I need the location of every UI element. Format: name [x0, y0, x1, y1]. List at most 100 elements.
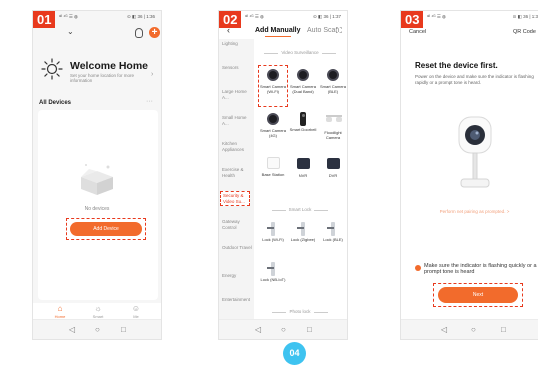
- device-label: Lock (Zigbee): [290, 237, 316, 242]
- device-item[interactable]: Lock (Zigbee): [289, 222, 317, 243]
- device-item[interactable]: Lock (Wi-Fi): [259, 222, 287, 243]
- system-nav-bar: ◁ ○ □: [401, 319, 538, 339]
- device-label: Smart Camera (Dual Band): [289, 84, 316, 94]
- system-nav-bar: ◁ ○ □: [33, 319, 161, 339]
- nav-home-icon[interactable]: ○: [471, 325, 476, 334]
- page-title: Reset the device first.: [415, 61, 498, 70]
- category-item[interactable]: Gateway Control: [222, 219, 252, 230]
- lock-icon: [267, 262, 275, 276]
- status-right: ⊙ ◧ 36 | 1:37: [313, 14, 341, 19]
- category-item[interactable]: Energy: [222, 273, 252, 279]
- status-left: ᵃˡˡ ⁴ᴳ ☰ ◍: [427, 14, 446, 19]
- more-icon[interactable]: ···: [146, 98, 153, 105]
- floodlight-icon: [326, 115, 342, 123]
- tab-smart[interactable]: ☼ Smart: [83, 304, 113, 319]
- scan-icon[interactable]: ⛶: [336, 26, 342, 36]
- home-switch-chevron-icon[interactable]: ⌄: [67, 27, 74, 36]
- microphone-icon[interactable]: [135, 28, 143, 38]
- screen-add-device: 02 ᵃˡˡ ⁴ᴳ ☰ ◍ ⊙ ◧ 36 | 1:37 ‹ Add Manual…: [218, 10, 348, 340]
- camera-icon: [267, 69, 279, 81]
- device-item[interactable]: DVR: [319, 156, 347, 179]
- device-item[interactable]: Smart Camera (Dual Band): [289, 68, 317, 94]
- sun-icon: [41, 58, 63, 80]
- device-item[interactable]: Smart Camera (Wi-Fi): [259, 68, 287, 94]
- category-item[interactable]: Large Home A...: [222, 89, 252, 100]
- dvr-icon: [326, 158, 340, 169]
- nvr-icon: [296, 158, 310, 169]
- top-bar: ⌄ +: [33, 27, 161, 43]
- status-right: ⊙ ◧ 36 | 1:3: [512, 14, 538, 19]
- category-item[interactable]: Exercise & Health: [222, 167, 252, 178]
- welcome-subtitle: Set your home location for more informat…: [70, 73, 135, 83]
- device-label: Smart Camera (Wi-Fi): [259, 84, 286, 94]
- device-label: Floodlight Camera: [324, 130, 342, 140]
- camera-icon: [327, 69, 339, 81]
- checkbox-checked-icon[interactable]: [415, 265, 421, 271]
- status-left: ᵃˡˡ ⁴ᴳ ☰ ◍: [59, 14, 78, 19]
- device-label: Lock (BLE): [323, 237, 343, 242]
- screen-home: 01 ᵃˡˡ ⁴ᴳ ☰ ◍ ⊙ ◧ 36 | 1:36 ⌄ + Welcome …: [32, 10, 162, 340]
- next-button[interactable]: Next: [438, 287, 518, 303]
- device-label: Lock (Wi-Fi): [262, 237, 284, 242]
- qr-code-button[interactable]: QR Code: [513, 29, 536, 35]
- device-item[interactable]: Lock (NB-IoT): [259, 262, 287, 283]
- device-item[interactable]: Smart Camera (4G): [259, 112, 287, 138]
- device-label: Base Station: [261, 172, 285, 177]
- device-item[interactable]: Base Station: [259, 156, 287, 178]
- lock-icon: [327, 222, 335, 236]
- step-badge-3: 03: [401, 11, 424, 28]
- nav-back-icon[interactable]: ◁: [69, 325, 75, 334]
- camera-icon: [297, 69, 309, 81]
- category-item[interactable]: Outdoor Travel: [222, 245, 252, 251]
- nav-recent-icon[interactable]: □: [121, 325, 126, 334]
- cancel-button[interactable]: Cancel: [409, 29, 426, 35]
- nav-home-icon[interactable]: ○: [281, 325, 286, 334]
- pairing-link[interactable]: Perform net pairing as prompted. >: [411, 209, 538, 214]
- device-label: NVR: [298, 173, 308, 178]
- confirm-checkbox-label: Make sure the indicator is flashing quic…: [424, 263, 537, 276]
- highlight-frame: Next: [433, 283, 523, 307]
- devices-card: [38, 110, 158, 300]
- add-icon[interactable]: +: [149, 27, 160, 38]
- tab-home[interactable]: ⌂ Home: [45, 304, 75, 319]
- section-photo-lock: Photo lock: [257, 309, 343, 314]
- device-label: Smart Camera (BLE): [319, 84, 346, 94]
- system-nav-bar: ◁ ○ □: [219, 319, 347, 339]
- add-device-button[interactable]: Add Device: [70, 222, 142, 236]
- camera-icon: [267, 113, 279, 125]
- step-badge-2: 02: [219, 11, 242, 28]
- step-badge-4: 04: [283, 342, 306, 365]
- tab-auto-scan[interactable]: Auto Scan: [307, 27, 339, 34]
- tab-me[interactable]: ☺ Me: [121, 304, 151, 319]
- chevron-right-icon[interactable]: ›: [151, 71, 153, 78]
- device-label: DVR: [328, 173, 338, 178]
- category-sidebar: Lighting Sensors Large Home A... Small H…: [219, 39, 254, 326]
- nav-back-icon[interactable]: ◁: [441, 325, 447, 334]
- nav-recent-icon[interactable]: □: [307, 325, 312, 334]
- category-item[interactable]: Sensors: [222, 65, 252, 71]
- device-item[interactable]: Floodlight Camera: [319, 112, 347, 140]
- status-left: ᵃˡˡ ⁴ᴳ ☰ ◍: [245, 14, 264, 19]
- device-item[interactable]: NVR: [289, 156, 317, 179]
- home-icon: ⌂: [57, 304, 63, 313]
- category-item[interactable]: Lighting: [222, 41, 252, 47]
- category-item[interactable]: Small Home A...: [222, 115, 252, 126]
- device-label: Smart Camera (4G): [259, 128, 286, 138]
- device-item[interactable]: Smart Camera (BLE): [319, 68, 347, 94]
- category-item-security[interactable]: Security & Video Su...: [220, 191, 250, 206]
- device-label: Lock (NB-IoT): [260, 277, 286, 282]
- base-station-icon: [266, 157, 280, 169]
- nav-back-icon[interactable]: ◁: [255, 325, 261, 334]
- nav-recent-icon[interactable]: □: [501, 325, 506, 334]
- doorbell-icon: [300, 112, 306, 126]
- all-devices-label: All Devices: [39, 100, 72, 106]
- device-item[interactable]: Lock (BLE): [319, 222, 347, 243]
- device-item[interactable]: Smart Doorbell: [289, 112, 317, 133]
- category-item[interactable]: Kitchen Appliances: [222, 141, 252, 152]
- nav-home-icon[interactable]: ○: [95, 325, 100, 334]
- section-video-surveillance: Video Surveillance: [257, 50, 343, 55]
- category-item[interactable]: Entertainment: [222, 297, 252, 303]
- device-label: Smart Doorbell: [289, 127, 317, 132]
- tab-add-manually[interactable]: Add Manually: [255, 27, 301, 37]
- welcome-title: Welcome Home: [70, 60, 148, 72]
